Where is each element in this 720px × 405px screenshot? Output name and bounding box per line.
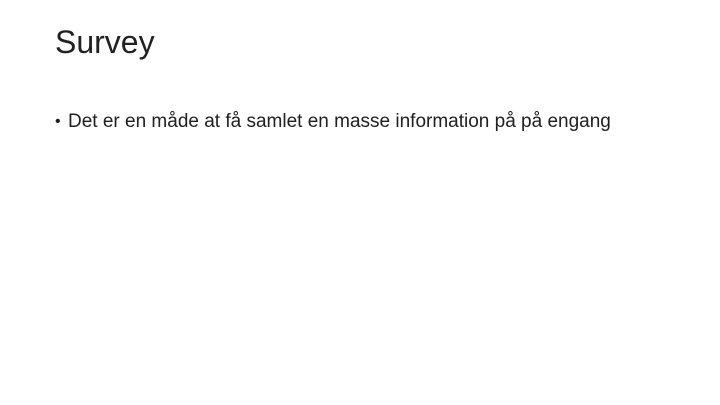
bullet-list: • Det er en måde at få samlet en masse i… [55,110,645,134]
bullet-marker: • [55,113,61,130]
slide: Survey • Det er en måde at få samlet en … [0,0,720,405]
slide-title: Survey [55,24,155,60]
bullet-text: Det er en måde at få samlet en masse inf… [68,111,611,132]
bullet-item: • Det er en måde at få samlet en masse i… [55,110,645,134]
